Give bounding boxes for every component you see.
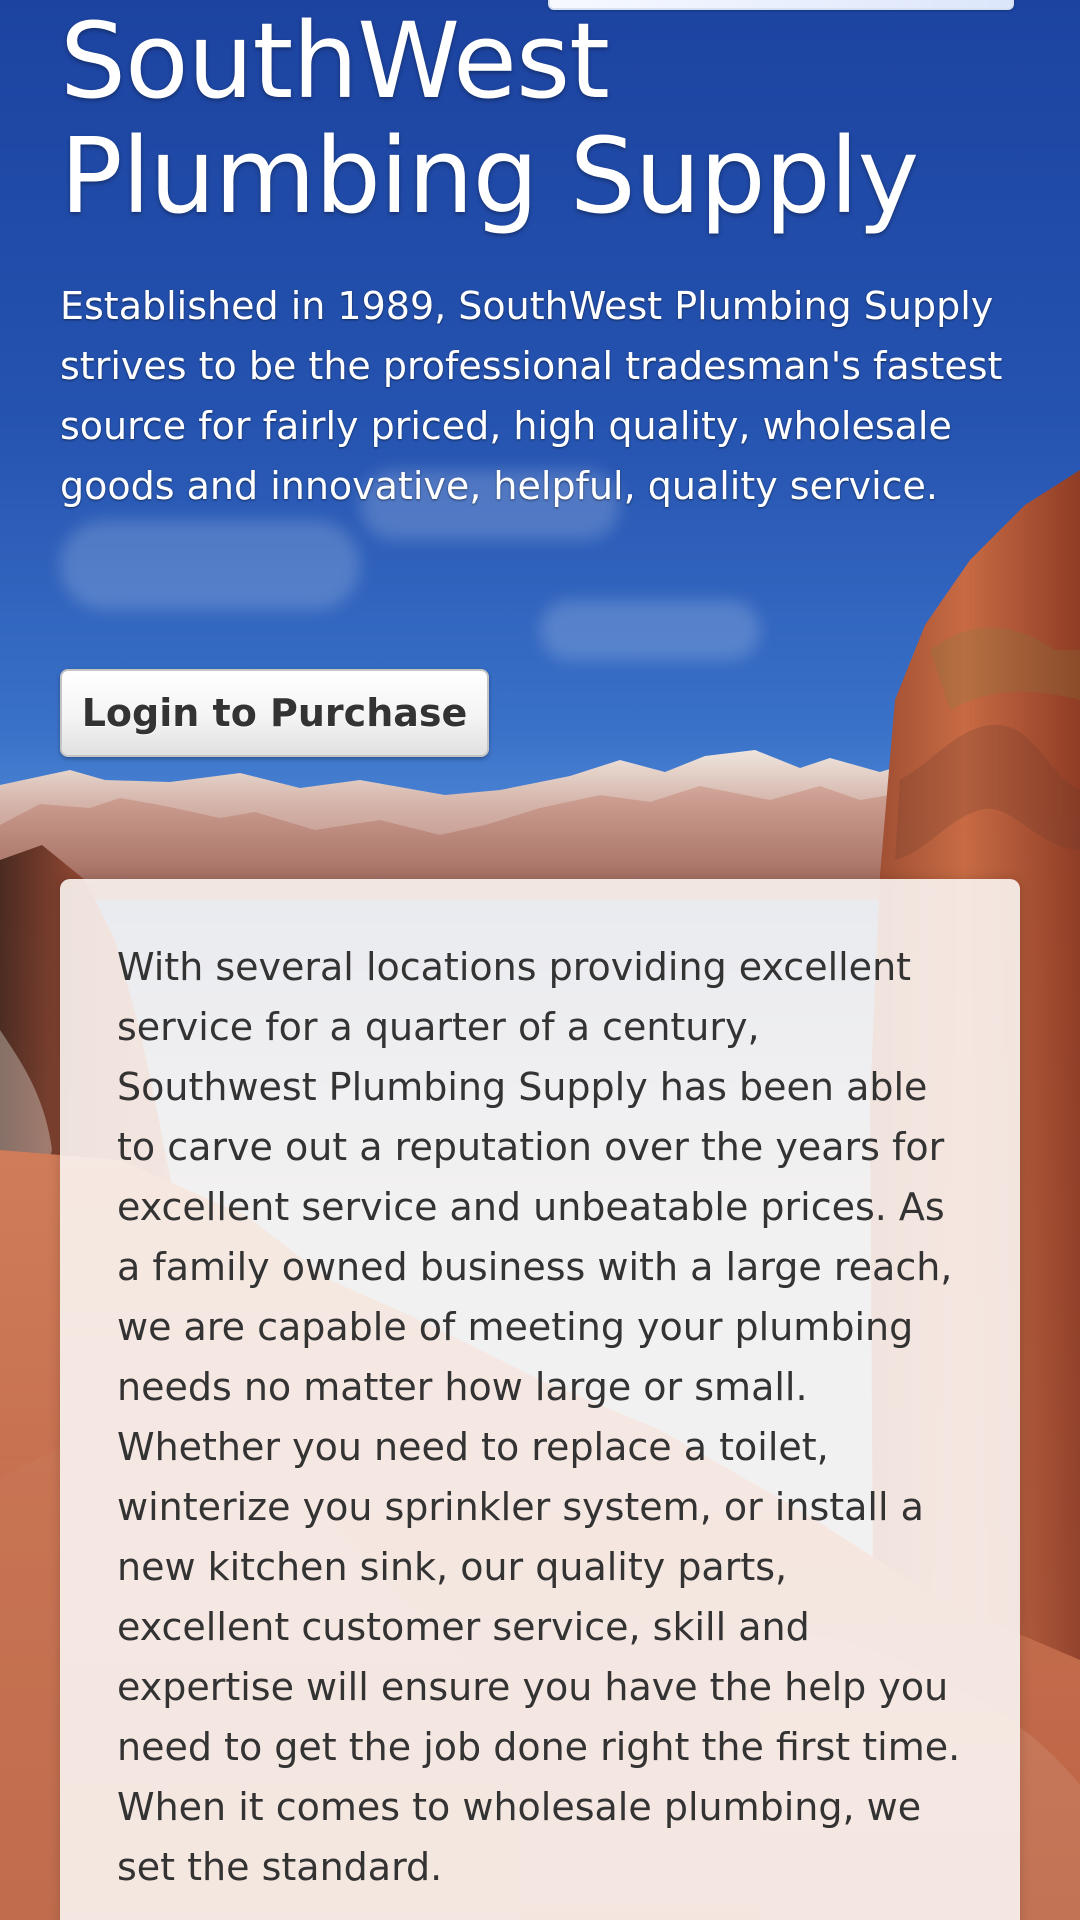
intro-text: Established in 1989, SouthWest Plumbing …: [60, 284, 1003, 508]
about-text: With several locations providing excelle…: [117, 945, 961, 1889]
hero-title-line-2: Plumbing Supply: [60, 115, 919, 237]
hero-title-line-1: SouthWest: [60, 0, 610, 122]
login-to-purchase-button[interactable]: Login to Purchase: [60, 669, 489, 757]
about-panel: With several locations providing excelle…: [60, 879, 1020, 1920]
hero-title: SouthWest Plumbing Supply: [60, 4, 1020, 234]
